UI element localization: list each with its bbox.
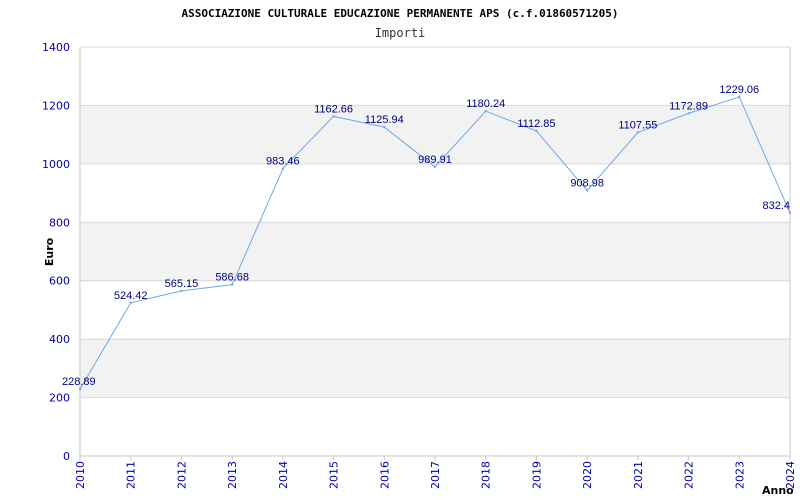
data-point [433,165,437,169]
x-tick-label: 2023 [733,461,746,489]
chart-subtitle: Importi [375,26,426,40]
line-chart: 0200400600800100012001400 2010 2011 2012 20… [42,7,797,497]
x-tick-label: 2022 [683,461,696,489]
y-tick-label: 200 [49,392,70,405]
data-point [230,283,234,286]
data-point [180,289,183,293]
y-tick-label: 1000 [42,158,70,171]
data-label: 1172.89 [669,100,708,112]
x-tick-labels: 2010 2011 2012 2013 2014 2015 2016 2017 2018 2019… [74,456,797,489]
data-label: 983.46 [266,156,300,168]
y-tick-label: 1400 [42,41,70,54]
data-point [332,115,335,118]
data-point [484,110,487,113]
data-label: 1107.55 [618,119,657,131]
x-tick-label: 2017 [429,461,442,489]
data-label: 989.91 [418,154,452,166]
data-label: 228.89 [62,376,96,388]
x-tick-label: 2015 [328,461,341,489]
y-axis-label: Euro [43,237,56,266]
chart-band [80,339,790,398]
data-point [738,95,741,99]
data-point [78,387,82,391]
data-label: 586.68 [215,272,249,284]
y-tick-label: 1200 [42,99,70,112]
data-label: 832.4 [762,200,790,212]
chart-bands [80,105,790,398]
data-label: 565.15 [165,278,199,290]
data-point [281,167,285,170]
x-tick-label: 2012 [175,461,188,489]
data-label: 1125.94 [365,114,404,126]
data-label: 524.42 [114,290,148,302]
x-axis-label: Anno [762,484,794,497]
data-point [636,131,640,134]
x-tick-label: 2013 [226,461,239,489]
x-tick-label: 2010 [74,461,87,489]
y-tick-label: 800 [49,216,70,229]
data-label: 1229.06 [719,84,759,96]
data-label: 1180.24 [466,98,505,110]
chart-band [80,222,790,281]
data-point [585,189,589,192]
data-label: 1162.66 [314,103,353,115]
chart-title: ASSOCIAZIONE CULTURALE EDUCAZIONE PERMAN… [181,7,618,20]
x-tick-label: 2021 [632,461,645,489]
data-point [383,125,386,129]
y-tick-label: 600 [49,275,70,288]
y-tick-label: 0 [63,450,70,463]
x-tick-label: 2014 [277,461,290,489]
x-tick-label: 2020 [581,461,594,489]
data-point [535,129,538,133]
data-point [129,301,132,304]
data-label: 908.98 [570,177,604,189]
y-tick-label: 400 [49,333,70,346]
x-tick-label: 2019 [530,461,543,489]
x-tick-label: 2016 [378,461,391,489]
data-point [687,112,690,115]
x-tick-label: 2011 [125,461,138,489]
x-tick-label: 2018 [480,461,493,489]
data-point [788,211,792,215]
data-label: 1112.85 [517,118,555,130]
